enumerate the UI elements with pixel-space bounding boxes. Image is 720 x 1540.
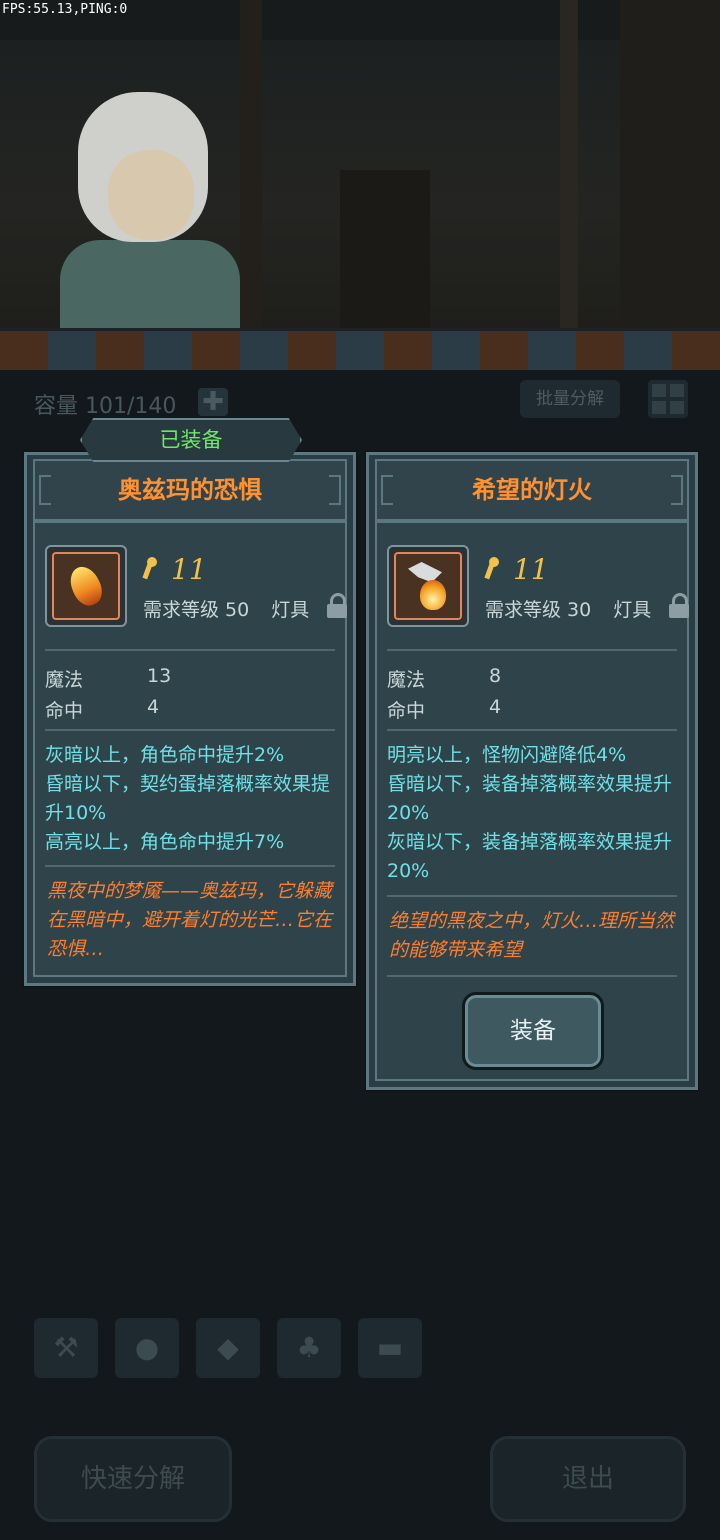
character-scene: FPS:55.13,PING:0 bbox=[0, 0, 720, 370]
gem-tab-icon[interactable]: ◆ bbox=[196, 1318, 260, 1378]
stat-name: 命中 bbox=[45, 700, 84, 722]
weapon-tab-icon[interactable]: ⚒ bbox=[34, 1318, 98, 1378]
item-type: 灯具 bbox=[271, 599, 310, 621]
expand-capacity-button[interactable]: ✚ bbox=[198, 388, 228, 416]
requirement-text: 需求等级 50 bbox=[143, 599, 250, 621]
lamp-flame-icon bbox=[394, 552, 462, 620]
item-effects: 灰暗以上，角色命中提升2% 昏暗以下，契约蛋掉落概率效果提升10% 高亮以上，角… bbox=[45, 741, 339, 857]
capacity-label: 容量 101/140 bbox=[34, 394, 177, 419]
effect-line: 灰暗以下，装备掉落概率效果提升20% bbox=[387, 831, 673, 882]
character-body bbox=[60, 240, 240, 330]
pet-paw-tab-icon[interactable]: ● bbox=[115, 1318, 179, 1378]
lock-icon[interactable] bbox=[327, 593, 347, 618]
effect-line: 昏暗以下，装备掉落概率效果提升20% bbox=[387, 773, 673, 824]
requirement-text: 需求等级 30 bbox=[485, 599, 592, 621]
item-name: 希望的灯火 bbox=[375, 459, 689, 521]
level-requirement: 需求等级 30 灯具 bbox=[485, 595, 651, 622]
exit-button[interactable]: 退出 bbox=[490, 1436, 686, 1522]
equipped-banner: 已装备 bbox=[80, 418, 302, 462]
power-icon bbox=[143, 555, 161, 579]
effect-line: 灰暗以上，角色命中提升2% bbox=[45, 744, 285, 766]
effect-line: 昏暗以下，契约蛋掉落概率效果提升10% bbox=[45, 773, 331, 824]
divider bbox=[387, 649, 677, 651]
effect-line: 明亮以上，怪物闪避降低4% bbox=[387, 744, 627, 766]
stat-value: 4 bbox=[489, 696, 502, 718]
item-name: 奥兹玛的恐惧 bbox=[33, 459, 347, 521]
equip-button[interactable]: 装备 bbox=[462, 992, 604, 1070]
chest-tab-icon[interactable]: ▬ bbox=[358, 1318, 422, 1378]
quick-decompose-button[interactable]: 快速分解 bbox=[34, 1436, 232, 1522]
material-tab-icon[interactable]: ♣ bbox=[277, 1318, 341, 1378]
flavor-text: 绝望的黑夜之中，灯火…理所当然的能够带来希望 bbox=[389, 910, 675, 961]
equipped-item-card: 奥兹玛的恐惧 11 需求等级 50 灯具 魔法 13 命中 4 灰暗以上，角色命… bbox=[24, 452, 356, 986]
power-icon bbox=[485, 555, 503, 579]
lamp-gem-icon bbox=[52, 552, 120, 620]
effect-line: 高亮以上，角色命中提升7% bbox=[45, 831, 285, 853]
divider bbox=[45, 729, 335, 731]
stat-name: 命中 bbox=[387, 700, 426, 722]
divider bbox=[387, 729, 677, 731]
floor-strip bbox=[0, 328, 720, 370]
item-power: 11 bbox=[513, 553, 549, 586]
grid-view-icon[interactable] bbox=[648, 380, 688, 418]
level-requirement: 需求等级 50 灯具 bbox=[143, 595, 309, 622]
divider bbox=[387, 895, 677, 897]
batch-decompose-button[interactable]: 批量分解 bbox=[520, 380, 620, 418]
item-effects: 明亮以上，怪物闪避降低4% 昏暗以下，装备掉落概率效果提升20% 灰暗以下，装备… bbox=[387, 741, 681, 886]
stat-value: 13 bbox=[147, 665, 172, 687]
stat-name: 魔法 bbox=[387, 669, 426, 691]
item-icon-frame bbox=[387, 545, 469, 627]
fps-readout: FPS:55.13,PING:0 bbox=[2, 2, 128, 17]
item-type: 灯具 bbox=[613, 599, 652, 621]
divider bbox=[45, 865, 335, 867]
character-face bbox=[108, 150, 194, 240]
flavor-text: 黑夜中的梦魇——奥兹玛，它躲藏在黑暗中，避开着灯的光芒…它在恐惧… bbox=[47, 880, 333, 960]
item-details: 11 需求等级 50 灯具 魔法 13 命中 4 灰暗以上，角色命中提升2% 昏… bbox=[33, 521, 347, 977]
item-power: 11 bbox=[171, 553, 207, 586]
stat-value: 8 bbox=[489, 665, 502, 687]
stat-name: 魔法 bbox=[45, 669, 84, 691]
stat-value: 4 bbox=[147, 696, 160, 718]
lock-icon[interactable] bbox=[669, 593, 689, 618]
item-icon-frame bbox=[45, 545, 127, 627]
divider bbox=[45, 649, 335, 651]
divider bbox=[387, 975, 677, 977]
